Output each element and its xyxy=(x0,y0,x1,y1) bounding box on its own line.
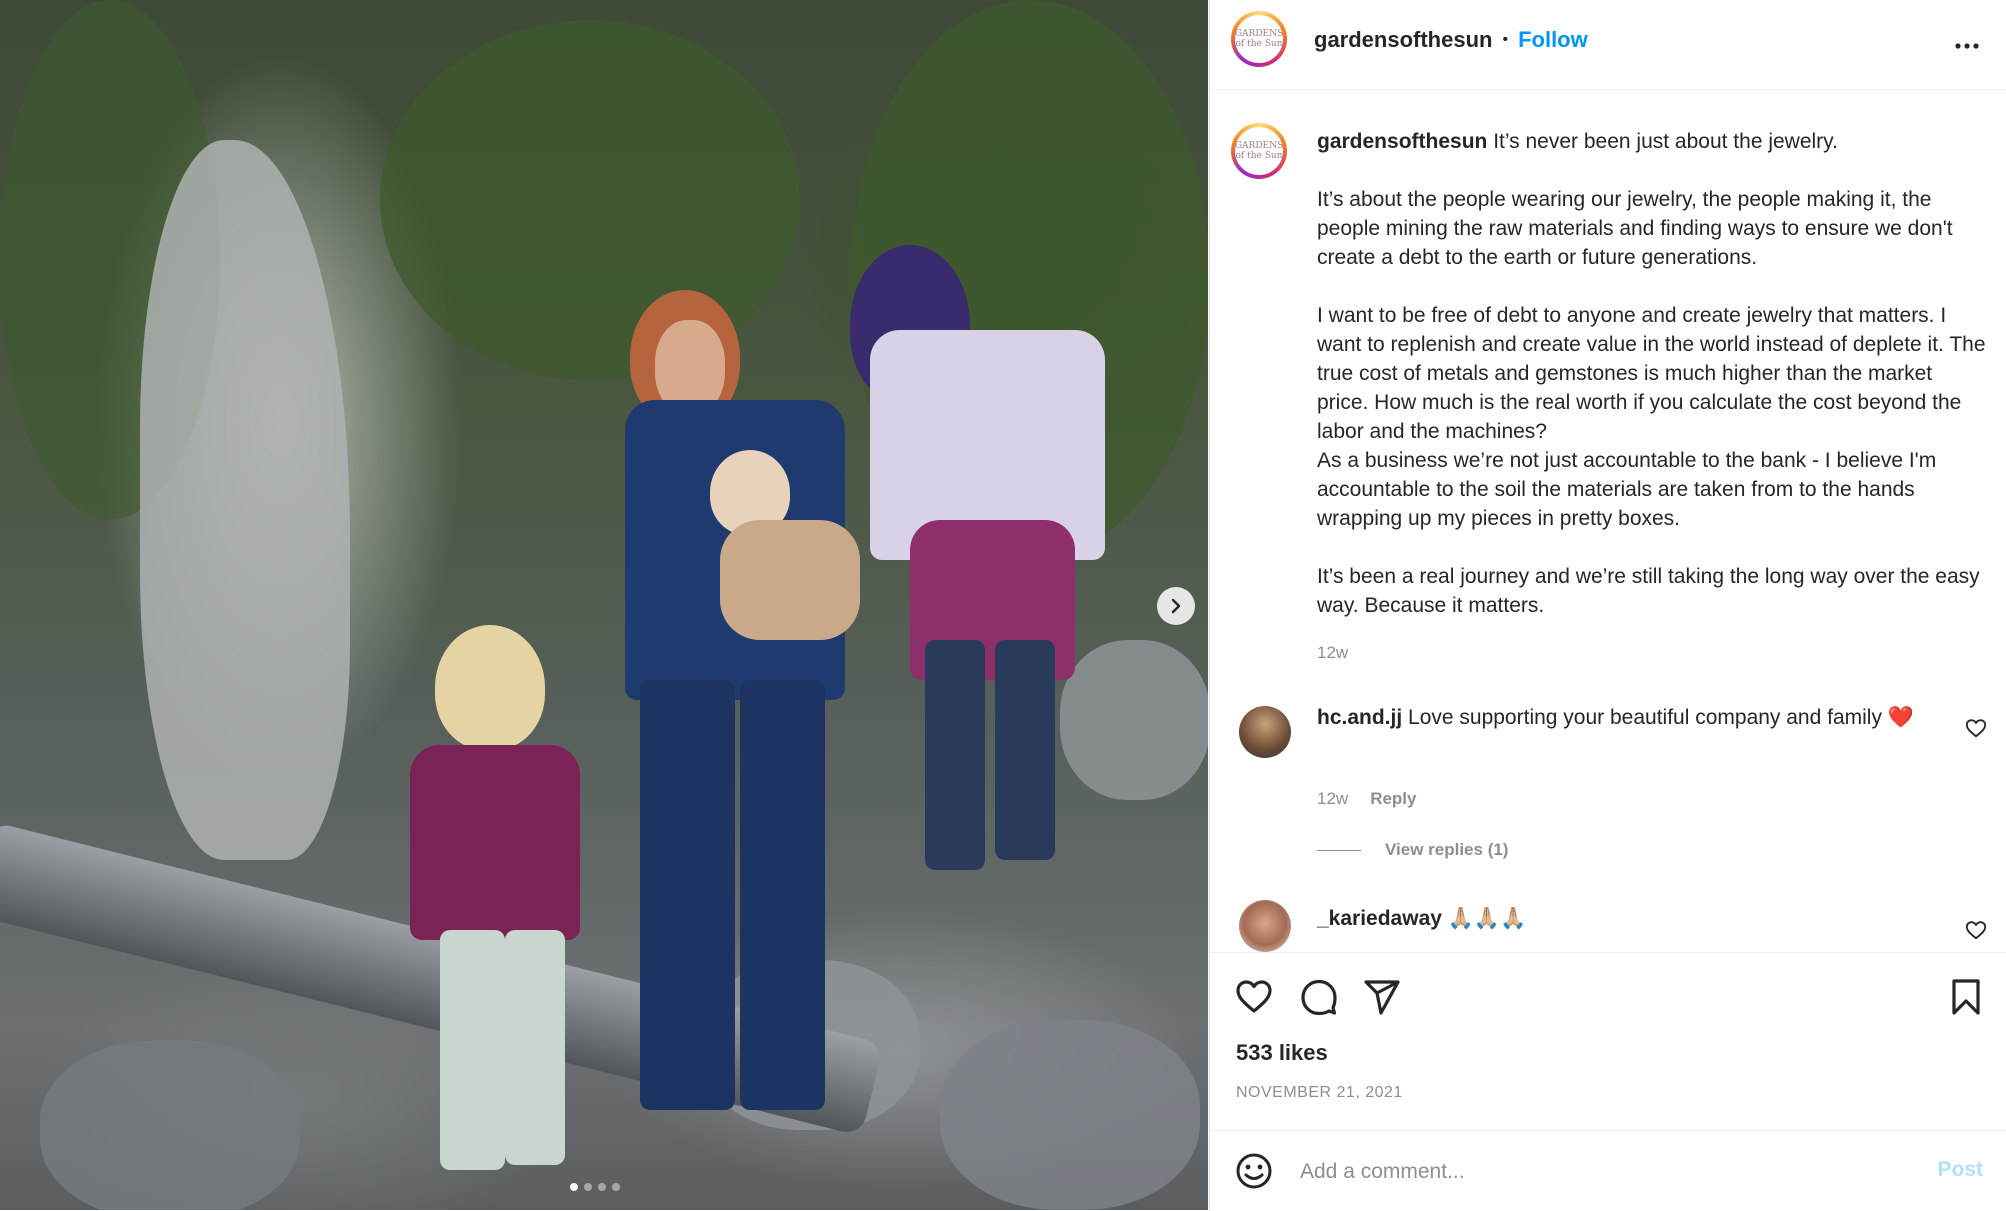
caption-body: It’s never been just about the jewelry. … xyxy=(1317,130,1986,617)
comment-text: hc.and.jj Love supporting your beautiful… xyxy=(1317,703,1917,732)
rock-face xyxy=(140,140,350,860)
header-username[interactable]: gardensofthesun xyxy=(1314,27,1492,53)
comment-icon[interactable] xyxy=(1299,977,1339,1017)
post-date[interactable]: NOVEMBER 21, 2021 xyxy=(1236,1084,1403,1102)
comment-avatar[interactable] xyxy=(1239,706,1291,758)
chevron-right-icon xyxy=(1171,598,1181,614)
comment-time[interactable]: 12w xyxy=(1317,789,1348,809)
add-comment-bar: Post xyxy=(1210,1130,2006,1211)
likes-count[interactable]: 533 likes xyxy=(1236,1040,1328,1066)
comment-body: Love supporting your beautiful company a… xyxy=(1402,706,1914,729)
comment-body: 🙏🏼🙏🏼🙏🏼 xyxy=(1441,907,1527,930)
carousel-dot xyxy=(584,1183,592,1191)
rock xyxy=(1060,640,1208,800)
post-header: GARDENS of the Sun gardensofthesun • Fol… xyxy=(1210,0,2006,90)
comment-username[interactable]: _kariedaway xyxy=(1317,907,1442,930)
avatar-logo: GARDENS of the Sun xyxy=(1235,15,1283,63)
share-icon[interactable] xyxy=(1362,977,1402,1017)
comment-avatar[interactable] xyxy=(1239,900,1291,952)
rock xyxy=(940,1020,1200,1210)
carousel-dot xyxy=(570,1183,578,1191)
carousel-dot xyxy=(612,1183,620,1191)
replies-line xyxy=(1317,849,1361,851)
comment-text: _kariedaway 🙏🏼🙏🏼🙏🏼 xyxy=(1317,904,1917,933)
separator: • xyxy=(1502,31,1509,48)
comments-scroll-area[interactable]: GARDENS of the Sun gardensofthesun It’s … xyxy=(1210,90,2006,952)
caption-time[interactable]: 12w xyxy=(1317,643,1348,663)
foliage xyxy=(380,20,800,380)
follow-button[interactable]: Follow xyxy=(1518,27,1588,53)
carousel-dots xyxy=(570,1183,620,1191)
comment-heart-icon[interactable] xyxy=(1965,717,1987,739)
carousel-next-button[interactable] xyxy=(1157,587,1195,625)
emoji-icon[interactable] xyxy=(1234,1151,1274,1191)
post-button[interactable]: Post xyxy=(1937,1158,1983,1182)
carousel-dot xyxy=(598,1183,606,1191)
caption-avatar[interactable]: GARDENS of the Sun xyxy=(1231,123,1287,179)
view-replies-button[interactable]: View replies (1) xyxy=(1385,840,1508,860)
caption-username[interactable]: gardensofthesun xyxy=(1317,130,1487,153)
more-icon[interactable] xyxy=(1953,32,1981,60)
avatar-logo: GARDENS of the Sun xyxy=(1235,127,1283,175)
comment-input[interactable] xyxy=(1298,1151,1862,1193)
action-bar: 533 likes NOVEMBER 21, 2021 xyxy=(1210,952,2006,1133)
avatar[interactable]: GARDENS of the Sun xyxy=(1231,11,1287,67)
heart-icon[interactable] xyxy=(1234,977,1274,1017)
comment-username[interactable]: hc.and.jj xyxy=(1317,706,1402,729)
reply-button[interactable]: Reply xyxy=(1370,789,1416,809)
caption-text: gardensofthesun It’s never been just abo… xyxy=(1317,127,1989,620)
rock xyxy=(40,1040,300,1210)
bookmark-icon[interactable] xyxy=(1946,977,1986,1017)
post-details-pane: GARDENS of the Sun gardensofthesun • Fol… xyxy=(1209,0,2006,1210)
post-photo[interactable] xyxy=(0,0,1208,1210)
comment-heart-icon[interactable] xyxy=(1965,919,1987,941)
